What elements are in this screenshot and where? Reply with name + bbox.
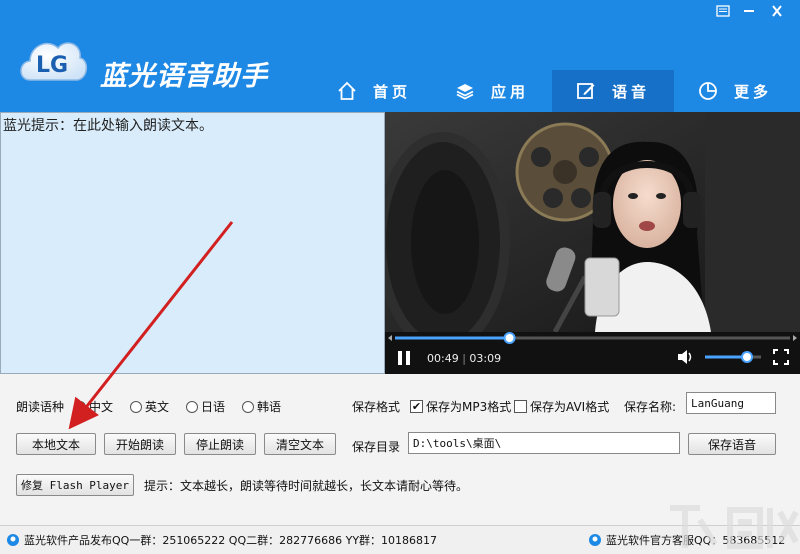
radio-dot	[186, 400, 198, 413]
qq-icon	[589, 534, 601, 546]
stop-reading-button[interactable]: 停止朗读	[184, 433, 256, 455]
start-reading-button[interactable]: 开始朗读	[104, 433, 176, 455]
volume-slider[interactable]	[703, 350, 763, 364]
status-right: 蓝光软件官方客服QQ：583685512	[588, 532, 785, 548]
avi-label: 保存为AVI格式	[530, 400, 610, 414]
hint-text: 提示：文本越长，朗读等待时间就越长，长文本请耐心等待。	[144, 479, 469, 493]
pie-chart-icon	[699, 82, 717, 100]
radio-korean-label: 韩语	[257, 400, 282, 414]
tab-apps[interactable]: 应用	[436, 70, 548, 112]
avi-checkbox[interactable]: 保存为AVI格式	[514, 398, 609, 415]
status-left-text: 蓝光软件产品发布QQ一群：251065222 QQ二群：282776686 YY…	[24, 534, 438, 547]
radio-chinese[interactable]: 中文	[74, 398, 113, 415]
logo-text: LG	[36, 53, 68, 78]
tab-more[interactable]: 更多	[680, 70, 790, 112]
app-title: 蓝光语音助手	[100, 61, 268, 92]
status-bar: 蓝光软件产品发布QQ一群：251065222 QQ二群：282776686 YY…	[0, 525, 800, 554]
tab-more-label: 更多	[733, 82, 772, 101]
save-dir-label: 保存目录	[352, 440, 401, 454]
checkbox-box	[514, 400, 527, 413]
radio-chinese-label: 中文	[89, 400, 114, 414]
tab-voice-label: 语音	[611, 82, 650, 101]
tab-apps-label: 应用	[490, 82, 529, 101]
format-label: 保存格式	[352, 400, 401, 414]
radio-dot	[74, 400, 86, 413]
video-frame	[385, 112, 800, 332]
playback-time: 00:49 | 03:09	[427, 352, 502, 365]
total-time: 03:09	[469, 352, 502, 365]
player-controls: 00:49 | 03:09	[385, 332, 800, 374]
home-icon	[338, 81, 356, 100]
fix-flash-player-button[interactable]: 修复 Flash Player	[16, 474, 134, 496]
tab-voice[interactable]: 语音	[552, 70, 674, 112]
mp3-checkbox[interactable]: ✔ 保存为MP3格式	[410, 398, 511, 415]
fullscreen-icon[interactable]	[773, 349, 789, 365]
qq-icon	[7, 534, 19, 546]
status-right-text: 蓝光软件官方客服QQ：583685512	[606, 534, 786, 547]
radio-english-label: 英文	[145, 400, 170, 414]
tab-home[interactable]: 首页	[318, 70, 430, 112]
pause-icon[interactable]	[397, 350, 411, 366]
radio-dot	[242, 400, 254, 413]
status-left: 蓝光软件产品发布QQ一群：251065222 QQ二群：282776686 YY…	[6, 532, 437, 548]
check-icon: ✔	[410, 400, 423, 413]
mp3-label: 保存为MP3格式	[426, 400, 512, 414]
save-voice-button[interactable]: 保存语音	[688, 433, 776, 455]
radio-dot	[130, 400, 142, 413]
radio-japanese[interactable]: 日语	[186, 398, 225, 415]
tab-home-label: 首页	[372, 82, 411, 101]
radio-japanese-label: 日语	[201, 400, 226, 414]
current-time: 00:49	[427, 352, 459, 365]
menu-icon[interactable]	[712, 2, 734, 20]
save-name-label: 保存名称:	[624, 400, 677, 414]
radio-english[interactable]: 英文	[130, 398, 169, 415]
minimize-icon[interactable]	[738, 2, 760, 20]
close-icon[interactable]	[766, 2, 788, 20]
app-logo: LG	[20, 42, 88, 81]
radio-korean[interactable]: 韩语	[242, 398, 281, 415]
reading-text-input[interactable]	[0, 112, 385, 374]
video-player[interactable]: 00:49 | 03:09	[385, 112, 800, 374]
volume-icon[interactable]	[677, 349, 695, 365]
save-dir-input[interactable]	[408, 432, 680, 454]
language-label: 朗读语种	[16, 400, 65, 414]
save-name-input[interactable]	[686, 392, 776, 414]
edit-icon	[577, 83, 595, 99]
clear-text-button[interactable]: 清空文本	[264, 433, 336, 455]
layers-icon	[456, 84, 474, 100]
local-text-button[interactable]: 本地文本	[16, 433, 96, 455]
